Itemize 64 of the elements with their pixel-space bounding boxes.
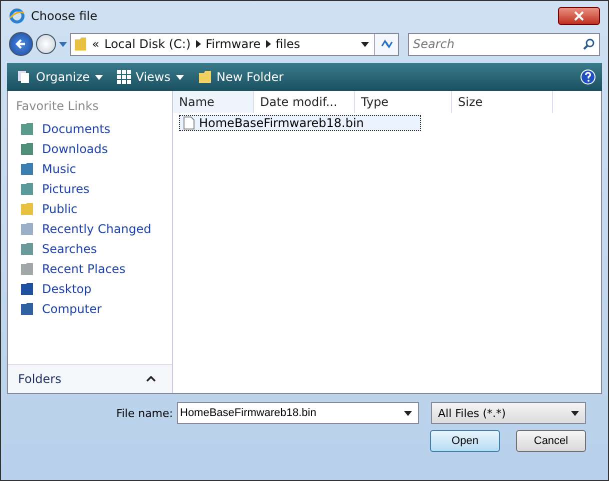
- column-header[interactable]: Type: [355, 91, 452, 113]
- toolbar-button[interactable]: New Folder: [194, 68, 288, 86]
- dialog-button[interactable]: Cancel: [516, 430, 586, 452]
- window-title: Choose file: [31, 9, 98, 23]
- sidebar-item[interactable]: Music: [8, 159, 172, 179]
- close-icon: [574, 11, 584, 21]
- refresh-button[interactable]: [374, 34, 398, 54]
- dropdown-arrow-icon[interactable]: [404, 411, 412, 416]
- sidebar-item[interactable]: Computer: [8, 299, 172, 319]
- sidebar-item[interactable]: Pictures: [8, 179, 172, 199]
- address-bar[interactable]: « Local Disk (C:) Firmware files: [70, 32, 399, 56]
- folders-toggle[interactable]: Folders: [8, 364, 172, 393]
- folder-icon: [20, 302, 34, 316]
- toolbar-button[interactable]: Organize: [13, 68, 107, 86]
- folder-icon: [198, 70, 212, 84]
- browser-icon: [9, 8, 25, 24]
- folder-icon: [20, 122, 34, 136]
- help-icon[interactable]: [580, 69, 596, 85]
- sidebar-heading: Favorite Links: [15, 99, 100, 115]
- breadcrumb[interactable]: Local Disk (C:): [104, 37, 191, 51]
- sidebar-item[interactable]: Recently Changed: [8, 219, 172, 239]
- file-row[interactable]: HomeBaseFirmwareb18.bin: [179, 115, 421, 131]
- file-name-label: File name:: [115, 406, 173, 420]
- folder-icon: [20, 262, 34, 276]
- search-field[interactable]: Search: [408, 32, 600, 56]
- breadcrumb[interactable]: «: [92, 37, 100, 51]
- back-arrow-icon: [15, 38, 27, 50]
- folder-icon: [20, 162, 34, 176]
- caret-icon: [94, 74, 103, 80]
- search-icon: [583, 38, 595, 50]
- collapse-chevron-icon: [146, 376, 156, 382]
- sidebar-item[interactable]: Downloads: [8, 139, 172, 159]
- sidebar-item[interactable]: Desktop: [8, 279, 172, 299]
- sidebar-item[interactable]: Public: [8, 199, 172, 219]
- folder-icon: [20, 142, 34, 156]
- breadcrumb[interactable]: Firmware: [206, 37, 261, 51]
- folder-icon: [20, 282, 34, 296]
- file-name-field[interactable]: HomeBaseFirmwareb18.bin: [177, 402, 419, 424]
- chevron-icon: [266, 40, 271, 48]
- sidebar-item[interactable]: Documents: [8, 119, 172, 139]
- breadcrumb[interactable]: files: [276, 37, 300, 51]
- caret-icon: [176, 74, 184, 80]
- folder-icon: [74, 36, 87, 52]
- toolbar-button[interactable]: Views: [112, 68, 188, 86]
- sidebar-item[interactable]: Searches: [8, 239, 172, 259]
- folder-icon: [20, 222, 34, 236]
- column-header[interactable]: Date modif...: [254, 91, 355, 113]
- file-icon: [183, 116, 195, 130]
- sidebar-item[interactable]: Recent Places: [8, 259, 172, 279]
- dialog-button[interactable]: Open: [430, 430, 500, 452]
- dropdown-arrow-icon[interactable]: [361, 42, 369, 46]
- dropdown-arrow-icon: [571, 410, 579, 416]
- back-button[interactable]: [9, 32, 33, 56]
- folder-icon: [20, 242, 34, 256]
- file-type-dropdown[interactable]: All Files (*.*): [431, 402, 586, 424]
- pages-icon: [17, 70, 31, 84]
- chevron-icon: [196, 40, 201, 48]
- grid-icon: [116, 70, 131, 84]
- close-button[interactable]: [558, 7, 600, 25]
- forward-button[interactable]: [36, 34, 56, 54]
- folder-icon: [20, 202, 34, 216]
- column-header[interactable]: Size: [452, 91, 553, 113]
- folder-icon: [20, 182, 34, 196]
- column-header[interactable]: Name: [173, 91, 254, 113]
